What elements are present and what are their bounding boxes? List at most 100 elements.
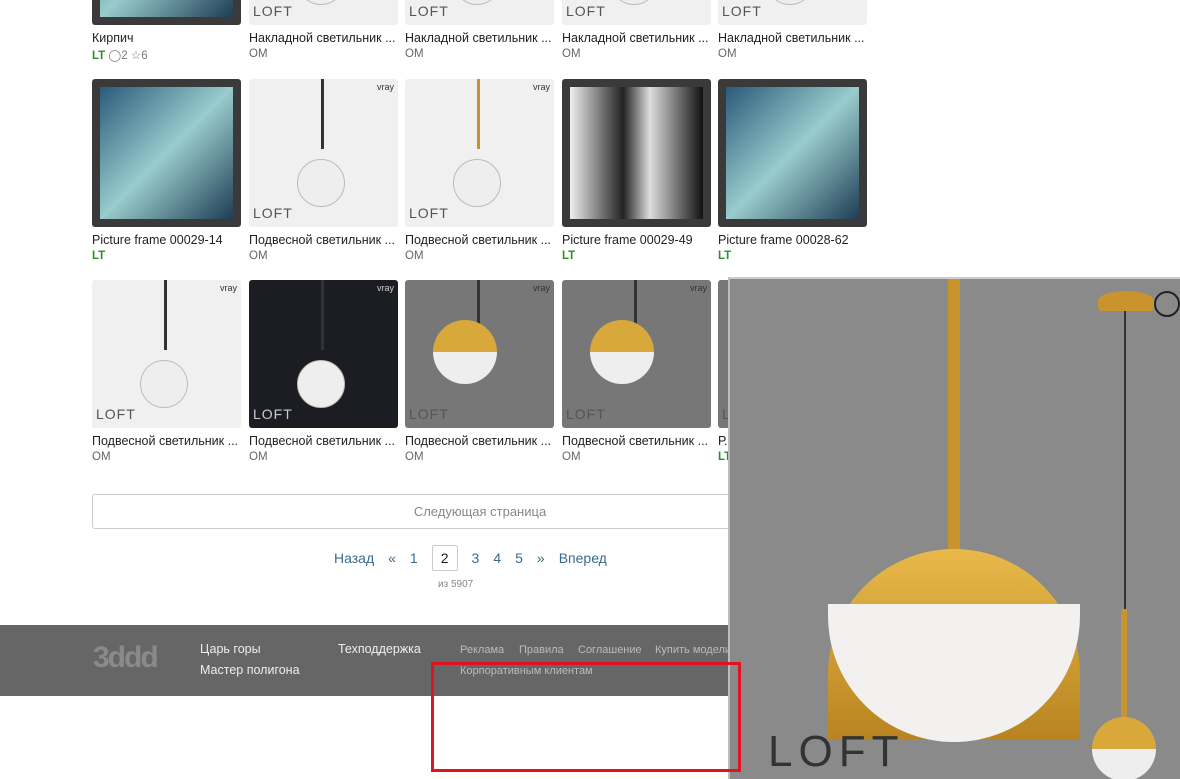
card-author: OM bbox=[249, 48, 268, 60]
card-thumbnail[interactable]: LOFT vray bbox=[249, 79, 398, 227]
footer-link-agreement[interactable]: Соглашение bbox=[578, 644, 642, 656]
card-author: LT bbox=[92, 250, 106, 262]
site-logo[interactable]: 3ddd bbox=[93, 641, 159, 675]
footer-link-master[interactable]: Мастер полигона bbox=[200, 663, 300, 677]
card-title[interactable]: Подвесной светильник ... bbox=[405, 434, 554, 448]
lamp-bulb bbox=[297, 0, 345, 5]
next-link[interactable]: Вперед bbox=[559, 550, 607, 566]
card-thumbnail[interactable]: LOFTvray bbox=[249, 0, 398, 25]
lamp-bulb bbox=[610, 0, 658, 5]
card-title[interactable]: Подвесной светильник ... bbox=[249, 434, 398, 448]
first-page-icon[interactable]: « bbox=[388, 550, 396, 566]
card-title[interactable]: Подвесной светильник ... bbox=[92, 434, 241, 448]
card-author: OM bbox=[249, 451, 268, 463]
last-page-icon[interactable]: » bbox=[537, 550, 545, 566]
preview-canopy bbox=[1098, 291, 1154, 311]
vray-icon: vray bbox=[532, 82, 550, 92]
page-4[interactable]: 4 bbox=[493, 550, 501, 566]
footer-link-support[interactable]: Техподдержка bbox=[338, 642, 421, 656]
card-thumbnail[interactable]: LOFT vray bbox=[249, 280, 398, 428]
brand-logo: LOFT bbox=[253, 406, 293, 422]
card-title[interactable]: Накладной светильник ... bbox=[405, 31, 554, 45]
card-title[interactable]: Накладной светильник ... bbox=[249, 31, 398, 45]
brand-logo: LOFT bbox=[409, 3, 449, 19]
model-card[interactable]: Picture frame 00028-62 LT bbox=[718, 79, 867, 262]
card-title[interactable]: Picture frame 00028-62 bbox=[718, 233, 867, 247]
card-thumbnail[interactable] bbox=[562, 79, 711, 227]
card-thumbnail[interactable]: LOFTvray bbox=[92, 280, 241, 428]
brand-logo: LOFT bbox=[566, 3, 606, 19]
card-thumbnail[interactable]: LOFT vray bbox=[405, 79, 554, 227]
lamp-bulb bbox=[453, 0, 501, 5]
card-author: OM bbox=[405, 451, 424, 463]
preview-small-rod bbox=[1121, 609, 1127, 719]
card-thumbnail[interactable]: LOFTvray bbox=[562, 0, 711, 25]
lamp-bulb bbox=[297, 159, 345, 207]
footer-link-buy[interactable]: Купить модели bbox=[655, 644, 731, 656]
card-author: LT bbox=[718, 250, 732, 262]
card-thumbnail[interactable]: LOFT vray bbox=[405, 280, 554, 428]
model-card[interactable]: LOFT vray Подвесной светильник ... OM bbox=[562, 280, 711, 463]
model-card[interactable]: LOFT vray Подвесной светильник ... OM bbox=[249, 280, 398, 463]
brand-logo: LOFT bbox=[409, 406, 449, 422]
page-1[interactable]: 1 bbox=[410, 550, 418, 566]
card-author: OM bbox=[562, 48, 581, 60]
lamp-globe bbox=[590, 320, 654, 384]
model-card[interactable]: LOFTvray Накладной светильник ... OM bbox=[562, 0, 711, 60]
artwork-image bbox=[570, 87, 703, 219]
artwork-image bbox=[100, 87, 233, 219]
brand-logo: LOFT bbox=[409, 205, 449, 221]
brand-logo: LOFT bbox=[253, 205, 293, 221]
card-thumbnail[interactable]: LOFTvray bbox=[718, 0, 867, 25]
model-card[interactable]: LOFT vray Подвесной светильник ... OM bbox=[249, 79, 398, 262]
card-thumbnail[interactable] bbox=[92, 79, 241, 227]
lamp-cord bbox=[321, 79, 324, 149]
page-5[interactable]: 5 bbox=[515, 550, 523, 566]
model-card[interactable]: Picture frame 00029-49 LT bbox=[562, 79, 711, 262]
card-title[interactable]: Подвесной светильник ... bbox=[249, 233, 398, 247]
vray-icon bbox=[1154, 291, 1180, 317]
card-title[interactable]: Подвесной светильник ... bbox=[405, 233, 554, 247]
model-card[interactable]: LOFT vray Подвесной светильник ... OM bbox=[405, 280, 554, 463]
vray-icon: vray bbox=[532, 283, 550, 293]
page-3[interactable]: 3 bbox=[472, 550, 480, 566]
model-card[interactable]: LOFT vray Подвесной светильник ... OM bbox=[405, 79, 554, 262]
model-card[interactable]: LOFT vray Подвесной светильник ... OM bbox=[92, 280, 241, 463]
brand-logo: LOFT bbox=[96, 406, 136, 422]
lamp-globe bbox=[433, 320, 497, 384]
card-author: OM bbox=[249, 250, 268, 262]
card-thumbnail[interactable]: LOFTvray bbox=[562, 280, 711, 428]
card-title[interactable]: Подвесной светильник ... bbox=[562, 434, 711, 448]
model-card[interactable]: LOFTvray Накладной светильник ... OM bbox=[405, 0, 554, 60]
model-card[interactable]: LOFTvray Накладной светильник ... OM bbox=[718, 0, 867, 60]
card-author: OM bbox=[405, 48, 424, 60]
star-count: 6 bbox=[141, 50, 148, 62]
comments-icon: ◯ bbox=[108, 50, 122, 62]
card-title[interactable]: Кирпич bbox=[92, 31, 241, 45]
page-2-current[interactable]: 2 bbox=[431, 545, 458, 571]
footer-link-ads[interactable]: Реклама bbox=[460, 644, 504, 656]
card-thumbnail[interactable] bbox=[718, 79, 867, 227]
model-card[interactable]: Picture frame 00029-14 LT bbox=[92, 79, 241, 262]
star-icon[interactable]: ☆ bbox=[131, 50, 141, 62]
model-card[interactable]: LOFTvray Накладной светильник ... OM bbox=[249, 0, 398, 60]
prev-link[interactable]: Назад bbox=[334, 550, 374, 566]
card-thumbnail[interactable] bbox=[92, 0, 241, 25]
lamp-bulb bbox=[140, 360, 188, 408]
comment-count: 2 bbox=[121, 50, 128, 62]
card-title[interactable]: Picture frame 00029-14 bbox=[92, 233, 241, 247]
footer-link-rules[interactable]: Правила bbox=[519, 644, 564, 656]
preview-brand-logo: LOFT bbox=[768, 727, 905, 776]
model-card[interactable]: Кирпич LT ◯2 ☆6 bbox=[92, 0, 241, 62]
footer-link-king[interactable]: Царь горы bbox=[200, 642, 261, 656]
vray-icon: vray bbox=[376, 82, 394, 92]
card-title[interactable]: Накладной светильник ... bbox=[718, 31, 867, 45]
card-author: LT bbox=[562, 250, 576, 262]
preview-wire bbox=[1124, 311, 1126, 611]
card-title[interactable]: Накладной светильник ... bbox=[562, 31, 711, 45]
card-title[interactable]: Picture frame 00029-49 bbox=[562, 233, 711, 247]
card-thumbnail[interactable]: LOFTvray bbox=[405, 0, 554, 25]
image-preview-popup: LOFT bbox=[728, 277, 1180, 779]
pagination: Назад « 1 2 3 4 5 » Вперед bbox=[334, 545, 621, 571]
vray-icon: vray bbox=[376, 283, 394, 293]
